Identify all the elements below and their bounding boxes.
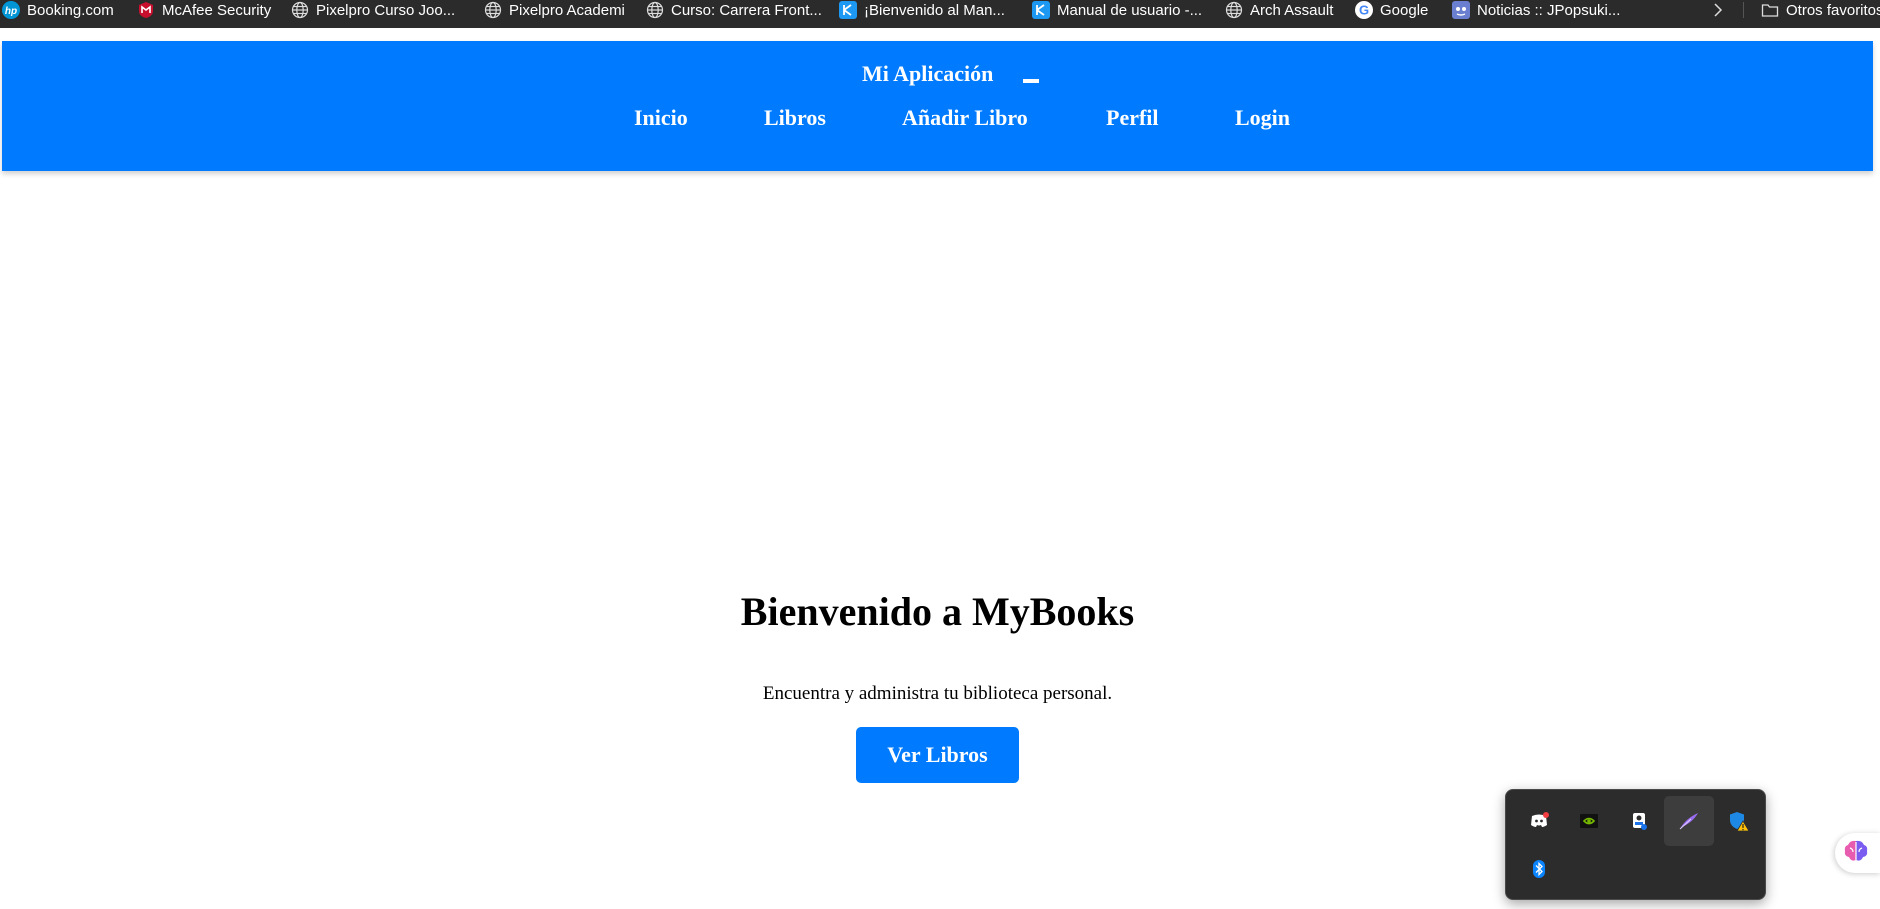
svg-text:G: G (1359, 3, 1369, 18)
nvidia-icon[interactable] (1564, 796, 1614, 846)
google-icon: G (1355, 1, 1373, 19)
globe-icon (1225, 1, 1243, 19)
bookmark-other-favorites[interactable]: Otros favoritos (1761, 0, 1880, 20)
nav-anadir-libro[interactable]: Añadir Libro (902, 105, 1028, 131)
kde-icon (1032, 1, 1050, 19)
bookmark-booking[interactable]: hp Booking.com (2, 0, 114, 20)
globe-icon (291, 1, 309, 19)
bookmark-label: Curso: Carrera Front... (671, 1, 822, 19)
bookmark-pixelpro-academi[interactable]: Pixelpro Academi (484, 0, 625, 20)
bookmark-bienvenido[interactable]: ¡Bienvenido al Man... (839, 0, 1005, 20)
nav-inicio[interactable]: Inicio (634, 105, 688, 131)
bookmark-mcafee[interactable]: McAfee Security (137, 0, 271, 20)
bookmark-label: Pixelpro Curso Joo... (316, 1, 456, 19)
bookmark-label: Google (1380, 1, 1429, 19)
jpopsuki-icon (1452, 1, 1470, 19)
bookmark-google[interactable]: G Google (1355, 0, 1428, 20)
feather-icon[interactable] (1664, 796, 1714, 846)
bookmarks-bar: hp Booking.com McAfee Security Pixelpro … (0, 0, 1880, 28)
bookmark-pixelpro-curso[interactable]: Pixelpro Curso Joo... (291, 0, 455, 20)
hero-title: Bienvenido a MyBooks (740, 589, 1135, 634)
system-tray-flyout (1505, 789, 1766, 900)
bluetooth-icon[interactable] (1514, 844, 1564, 894)
app-header: Mi Aplicación Inicio Libros Añadir Libro… (2, 41, 1873, 171)
hp-icon: hp (2, 1, 20, 19)
brain-icon (1842, 838, 1870, 869)
folder-icon (1761, 1, 1779, 19)
kde-icon (839, 1, 857, 19)
nav-libros[interactable]: Libros (764, 105, 826, 131)
bookmark-label: Pixelpro Academi (509, 1, 625, 19)
bookmark-label: ¡Bienvenido al Man... (864, 1, 1005, 19)
svg-text:hp: hp (5, 6, 17, 17)
bookmark-label: Noticias :: JPopsuki... (1477, 1, 1621, 19)
bookmark-curso-carrera[interactable]: Curso: Carrera Front... (646, 0, 822, 20)
discord-icon[interactable] (1514, 796, 1564, 846)
bookmark-label: McAfee Security (162, 1, 272, 19)
bookmark-label: Booking.com (27, 1, 114, 19)
ver-libros-button[interactable]: Ver Libros (856, 727, 1019, 783)
bookmark-label: Manual de usuario -... (1057, 1, 1203, 19)
hero-subtitle: Encuentra y administra tu biblioteca per… (762, 683, 1113, 704)
defender-warning-icon[interactable] (1714, 796, 1764, 846)
bookmark-label: Arch Assault (1250, 1, 1334, 19)
security-agent-icon[interactable] (1614, 796, 1664, 846)
globe-icon (484, 1, 502, 19)
assistant-edge-button[interactable] (1835, 833, 1880, 873)
more-bookmarks-chevron-icon[interactable] (1708, 0, 1728, 20)
bookmark-manual[interactable]: Manual de usuario -... (1032, 0, 1202, 20)
nav-login[interactable]: Login (1235, 105, 1290, 131)
bookmark-label: Otros favoritos (1786, 1, 1880, 19)
bookmarks-divider (1743, 2, 1744, 18)
mcafee-icon (137, 1, 155, 19)
bookmark-arch-assault[interactable]: Arch Assault (1225, 0, 1333, 20)
globe-icon (646, 1, 664, 19)
bookmark-jpopsuki[interactable]: Noticias :: JPopsuki... (1452, 0, 1620, 20)
app-title: Mi Aplicación (862, 61, 994, 86)
menu-toggle-icon[interactable] (1023, 79, 1039, 83)
nav-perfil[interactable]: Perfil (1106, 105, 1159, 131)
